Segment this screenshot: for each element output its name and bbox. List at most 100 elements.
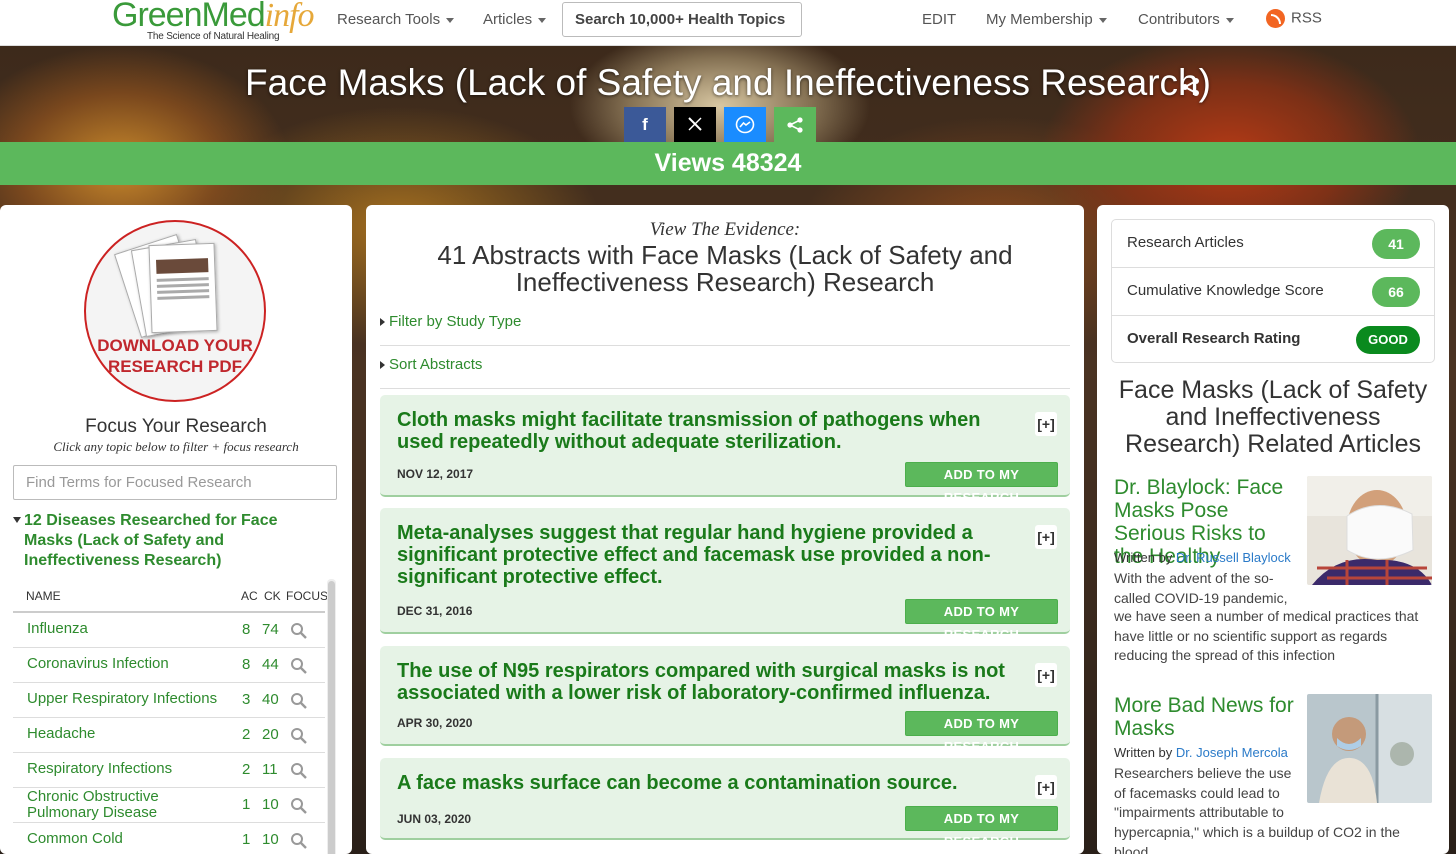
rating-badge: GOOD <box>1356 326 1420 354</box>
ck-value: 40 <box>262 691 279 708</box>
article-title-link[interactable]: More Bad News for Masks <box>1114 694 1299 740</box>
table-row[interactable]: Coronavirus Infection 8 44 <box>13 648 325 683</box>
article-excerpt: With the advent of the so-called COVID-1… <box>1114 570 1288 606</box>
search-icon[interactable] <box>290 797 307 814</box>
search-icon[interactable] <box>290 692 307 709</box>
stat-row-rating: Overall Research Rating GOOD <box>1112 316 1434 364</box>
author-link[interactable]: Dr. Joseph Mercola <box>1176 745 1288 760</box>
nav-research-tools[interactable]: Research Tools <box>337 11 455 28</box>
col-ck[interactable]: CK <box>264 589 281 603</box>
abstract-title-link[interactable]: A face masks surface can become a contam… <box>397 772 1027 794</box>
caret-down-icon <box>538 17 547 23</box>
rss-icon <box>1266 9 1285 28</box>
article-byline: Written by Dr. Joseph Mercola <box>1114 745 1288 760</box>
nav-rss[interactable]: RSS <box>1266 9 1322 28</box>
views-count: Views 48324 <box>0 142 1456 185</box>
share-icon[interactable] <box>1180 76 1202 98</box>
nav-articles[interactable]: Articles <box>483 11 547 28</box>
table-row[interactable]: Respiratory Infections 2 11 <box>13 753 325 788</box>
stats-panel: Research Articles 41 Cumulative Knowledg… <box>1097 205 1449 854</box>
x-share-button[interactable] <box>674 107 716 143</box>
evidence-panel: View The Evidence: 41 Abstracts with Fac… <box>366 205 1084 854</box>
col-name[interactable]: NAME <box>26 589 61 603</box>
add-to-my-research-button[interactable]: ADD TO MY RESEARCH <box>905 599 1058 642</box>
nav-edit[interactable]: EDIT <box>922 11 956 28</box>
share-button[interactable] <box>774 107 816 143</box>
article-thumbnail[interactable] <box>1307 694 1432 803</box>
messenger-icon <box>735 115 755 134</box>
caret-down-icon <box>446 17 455 23</box>
logo-text: GreenMed <box>112 0 266 34</box>
abstract-date: JUN 03, 2020 <box>397 812 472 826</box>
add-to-my-research-button[interactable]: ADD TO MY RESEARCH <box>905 806 1058 849</box>
ac-value: 1 <box>242 831 251 848</box>
abstract-card: Meta-analyses suggest that regular hand … <box>380 508 1070 642</box>
ac-value: 8 <box>242 621 251 638</box>
caret-down-icon <box>1098 17 1107 23</box>
page-title: Face Masks (Lack of Safety and Ineffecti… <box>245 62 1211 103</box>
add-to-my-research-button[interactable]: ADD TO MY RESEARCH <box>905 462 1058 505</box>
abstract-date: DEC 31, 2016 <box>397 604 473 618</box>
pdf-line-1: DOWNLOAD YOUR <box>97 336 253 355</box>
share-icon <box>787 117 803 133</box>
filter-study-type-toggle[interactable]: Filter by Study Type <box>380 306 1070 346</box>
stat-row-research-articles: Research Articles 41 <box>1112 220 1434 268</box>
triangle-down-icon <box>13 517 21 523</box>
col-ac[interactable]: AC <box>241 589 258 603</box>
disease-name-link[interactable]: Headache <box>27 726 227 742</box>
ck-value: 74 <box>262 621 279 638</box>
search-icon[interactable] <box>290 762 307 779</box>
abstract-date: APR 30, 2020 <box>397 716 473 730</box>
table-row[interactable]: Chronic Obstructive Pulmonary Disease 1 10 <box>13 788 325 823</box>
filter-label: Filter by Study Type <box>389 313 522 330</box>
stat-label: Cumulative Knowledge Score <box>1127 282 1324 299</box>
expand-abstract-button[interactable]: [+] <box>1035 775 1057 799</box>
article-thumbnail[interactable] <box>1307 476 1432 585</box>
author-link[interactable]: Dr. Russell Blaylock <box>1176 550 1291 565</box>
sort-label: Sort Abstracts <box>389 356 483 373</box>
table-header: NAME AC CK FOCUS <box>13 579 328 613</box>
diseases-toggle[interactable]: 12 Diseases Researched for Face Masks (L… <box>13 511 313 571</box>
stat-badge: 66 <box>1372 277 1420 307</box>
search-icon[interactable] <box>290 622 307 639</box>
disease-name-link[interactable]: Upper Respiratory Infections <box>27 691 227 707</box>
stat-row-cks: Cumulative Knowledge Score 66 <box>1112 268 1434 316</box>
abstract-title-link[interactable]: Meta-analyses suggest that regular hand … <box>397 522 1027 588</box>
expand-abstract-button[interactable]: [+] <box>1035 663 1057 687</box>
ac-value: 3 <box>242 691 251 708</box>
expand-abstract-button[interactable]: [+] <box>1035 525 1057 549</box>
view-evidence-label: View The Evidence: <box>649 219 801 240</box>
search-icon[interactable] <box>290 832 307 849</box>
search-icon[interactable] <box>290 657 307 674</box>
abstract-title-link[interactable]: Cloth masks might facilitate transmissio… <box>397 409 1027 453</box>
disease-name-link[interactable]: Coronavirus Infection <box>27 656 227 672</box>
table-row[interactable]: Upper Respiratory Infections 3 40 <box>13 683 325 718</box>
disease-name-link[interactable]: Chronic Obstructive Pulmonary Disease <box>27 789 227 821</box>
disease-name-link[interactable]: Respiratory Infections <box>27 761 227 777</box>
article-byline: Written by Dr. Russell Blaylock <box>1114 550 1291 565</box>
facebook-icon: f <box>642 115 648 134</box>
focus-subtitle: Click any topic below to filter + focus … <box>53 439 299 454</box>
search-icon[interactable] <box>290 727 307 744</box>
table-row[interactable]: Influenza 8 74 <box>13 613 325 648</box>
nav-contributors[interactable]: Contributors <box>1138 11 1234 28</box>
disease-name-link[interactable]: Influenza <box>27 621 227 637</box>
add-to-my-research-button[interactable]: ADD TO MY RESEARCH <box>905 711 1058 754</box>
nav-search-button[interactable]: Search 10,000+ Health Topics <box>562 2 802 37</box>
nav-my-membership[interactable]: My Membership <box>986 11 1107 28</box>
abstract-title-link[interactable]: The use of N95 respirators compared with… <box>397 660 1027 704</box>
disease-name-link[interactable]: Common Cold <box>27 831 227 847</box>
abstract-card: A face masks surface can become a contam… <box>380 758 1070 849</box>
expand-abstract-button[interactable]: [+] <box>1035 412 1057 436</box>
related-articles-heading: Face Masks (Lack of Safety and Ineffecti… <box>1118 376 1428 458</box>
rating-label: Overall Research Rating <box>1127 330 1301 347</box>
focus-search-input[interactable] <box>13 465 337 500</box>
sort-abstracts-toggle[interactable]: Sort Abstracts <box>380 349 1070 389</box>
messenger-share-button[interactable] <box>724 107 766 143</box>
table-scrollbar-thumb[interactable] <box>328 581 335 854</box>
download-pdf-button[interactable]: DOWNLOAD YOUR RESEARCH PDF <box>84 220 266 402</box>
table-row[interactable]: Headache 2 20 <box>13 718 325 753</box>
facebook-share-button[interactable]: f <box>624 107 666 143</box>
triangle-right-icon <box>380 318 385 326</box>
table-row[interactable]: Common Cold 1 10 <box>13 823 325 854</box>
